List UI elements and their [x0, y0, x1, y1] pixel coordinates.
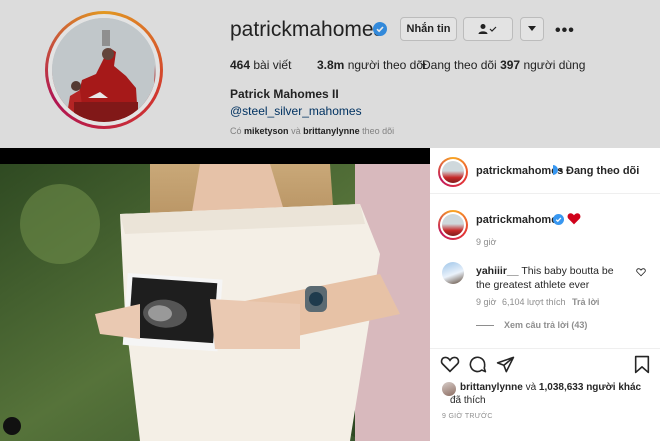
view-replies-line [476, 325, 494, 327]
commenter-avatar[interactable] [442, 262, 464, 284]
comment-like-heart-icon[interactable] [636, 267, 646, 277]
following-button[interactable] [463, 17, 513, 41]
message-button[interactable]: Nhắn tin [400, 17, 457, 41]
bookmark-icon[interactable] [634, 355, 650, 374]
post-detail-panel: patrickmahomes • Đang theo dõi patrickma… [430, 148, 660, 441]
likes-count[interactable]: 1,038,633 [539, 382, 584, 393]
followed-by-user-2[interactable]: brittanylynne [303, 126, 360, 136]
following-status-button[interactable]: Đang theo dõi [566, 165, 639, 177]
post-timestamp: 9 GIỜ TRƯỚC [442, 413, 493, 420]
verified-badge-icon [553, 165, 558, 175]
profile-full-name: Patrick Mahomes II [230, 87, 339, 101]
share-icon[interactable] [496, 355, 515, 374]
comment-icon[interactable] [468, 355, 487, 374]
stat-followers[interactable]: 3.8m người theo dõi [317, 58, 426, 72]
post-image-art [0, 164, 430, 441]
post-author-username[interactable]: patrickmahomes [476, 165, 563, 177]
comment-likes[interactable]: 6,104 lượt thích [502, 297, 565, 307]
post-author-avatar[interactable] [438, 157, 468, 187]
profile-photo [52, 18, 156, 122]
comment-reply-button[interactable]: Trả lời [572, 297, 599, 307]
post-header: patrickmahomes • Đang theo dõi [430, 148, 660, 194]
more-options-button[interactable]: ••• [555, 22, 575, 40]
comment-time: 9 giờ [476, 297, 497, 307]
liker-username[interactable]: brittanylynne [460, 382, 523, 393]
profile-bio-handle[interactable]: @steel_silver_mahomes [230, 104, 362, 118]
profile-photo-art [52, 18, 154, 120]
stat-posts: 464 bài viết [230, 58, 292, 72]
view-replies-link[interactable]: Xem câu trả lời (43) [476, 320, 587, 330]
actions-divider [430, 348, 660, 349]
heart-emoji-icon [567, 213, 581, 225]
profile-username: patrickmahomes [230, 18, 385, 41]
profile-header: patrickmahomes Nhắn tin ••• 464 bài viết… [0, 0, 660, 148]
caption-author-avatar[interactable] [438, 210, 468, 240]
comment-text: yahiiir__ This baby boutta be the greate… [476, 264, 626, 292]
stat-following[interactable]: Đang theo dõi 397 người dùng [422, 58, 585, 72]
followed-by-text: Có miketyson và brittanylynne theo dõi [230, 126, 395, 136]
post-image[interactable] [0, 164, 430, 441]
commenter-username[interactable]: yahiiir__ [476, 265, 519, 277]
caption-time: 9 giờ [476, 237, 497, 247]
chevron-down-icon [528, 26, 536, 31]
likes-summary-suffix: đã thích [450, 395, 486, 406]
profile-avatar[interactable] [45, 11, 163, 129]
followed-by-user-1[interactable]: miketyson [244, 126, 289, 136]
verified-badge-icon [373, 22, 387, 36]
person-check-icon [478, 24, 497, 34]
suggestions-dropdown-button[interactable] [520, 17, 544, 41]
heart-icon[interactable] [440, 355, 460, 373]
separator-dot: • [559, 165, 563, 177]
caption-author-username[interactable]: patrickmahomes [476, 214, 563, 226]
likes-summary[interactable]: brittanylynne và 1,038,633 người khác [460, 381, 641, 395]
liker-avatar[interactable] [442, 382, 456, 396]
verified-badge-icon [553, 214, 564, 225]
